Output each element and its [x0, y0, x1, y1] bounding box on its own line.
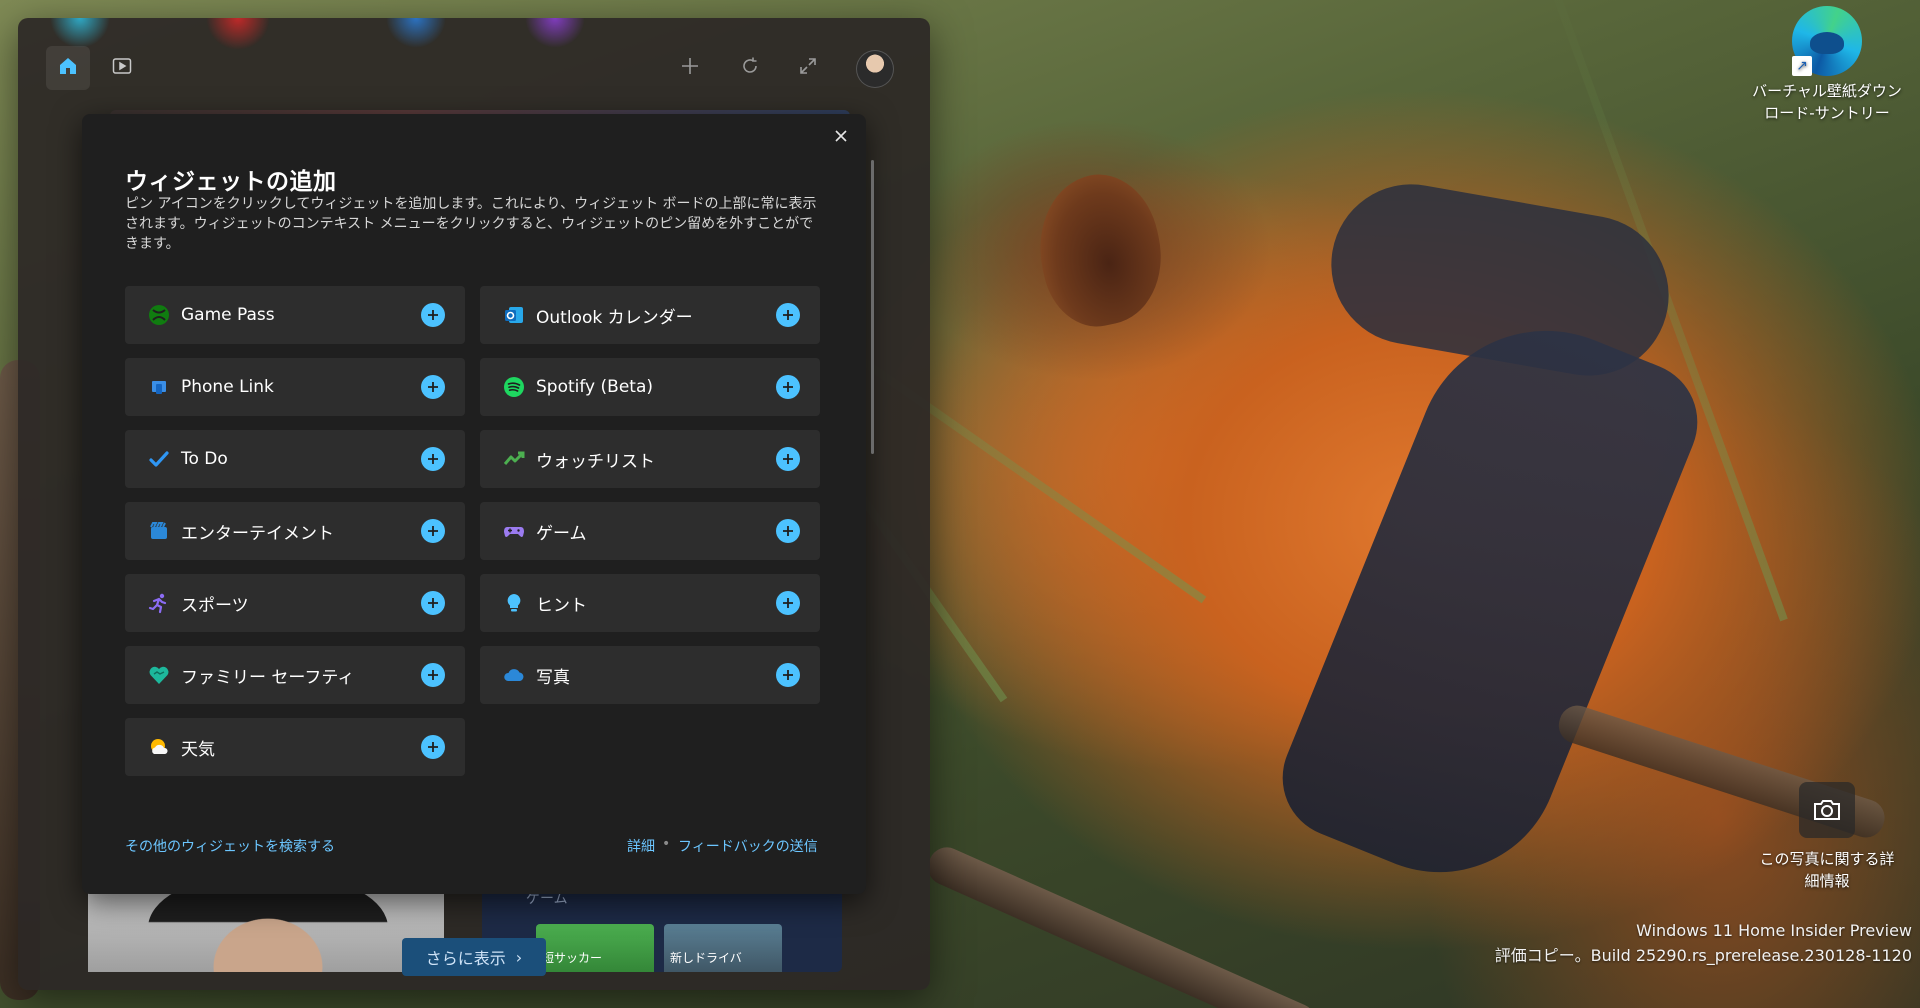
refresh-icon — [740, 56, 760, 80]
game-thumbnail[interactable]: 短サッカー — [536, 924, 654, 972]
add-widget-plus-button[interactable] — [421, 375, 445, 399]
add-widget-plus-button[interactable] — [776, 591, 800, 615]
add-widget-plus-button[interactable] — [776, 519, 800, 543]
spotify-icon — [502, 375, 526, 399]
watermark-edition: Windows 11 Home Insider Preview — [1636, 921, 1912, 940]
widget-name: To Do — [181, 449, 228, 469]
desktop-shortcut-label: ロード-サントリー — [1764, 104, 1890, 122]
widget-tile-games[interactable]: ゲーム — [480, 502, 820, 560]
add-widget-plus-button[interactable] — [421, 735, 445, 759]
add-widget-plus-button[interactable] — [421, 519, 445, 543]
add-widget-plus-button[interactable] — [421, 663, 445, 687]
video-button[interactable] — [100, 46, 144, 90]
desktop-photo-info[interactable]: この写真に関する詳 細情報 — [1752, 782, 1902, 892]
widget-tile-game-pass[interactable]: Game Pass — [125, 286, 465, 344]
game-thumbnail[interactable]: 新しドライバ — [664, 924, 782, 972]
dialog-description: ピン アイコンをクリックしてウィジェットを追加します。これにより、ウィジェット … — [125, 196, 817, 252]
xbox-icon — [147, 303, 171, 327]
widget-name: ゲーム — [536, 523, 587, 544]
add-widget-plus-button[interactable] — [776, 303, 800, 327]
add-widget-plus-button[interactable] — [421, 447, 445, 471]
camera-icon — [1799, 782, 1855, 838]
show-more-label: さらに表示 — [425, 949, 506, 968]
add-widget-button[interactable] — [668, 46, 712, 90]
widget-name: Phone Link — [181, 377, 274, 397]
watchlist-icon — [502, 447, 526, 471]
game-title: 新しドライバ — [670, 951, 742, 965]
tips-icon — [502, 591, 526, 615]
todo-icon — [147, 447, 171, 471]
phone-link-icon — [147, 375, 171, 399]
widget-name: Spotify (Beta) — [536, 377, 653, 397]
widget-name: 写真 — [536, 667, 570, 688]
widget-name: Outlook カレンダー — [536, 307, 693, 328]
widget-name: 天気 — [181, 739, 215, 760]
widget-tile-weather[interactable]: 天気 — [125, 718, 465, 776]
widget-tile-photos[interactable]: 写真 — [480, 646, 820, 704]
widget-tile-outlook-calendar[interactable]: Outlook カレンダー — [480, 286, 820, 344]
entertainment-icon — [147, 519, 171, 543]
family-safety-icon — [147, 663, 171, 687]
details-link[interactable]: 詳細 — [627, 836, 655, 856]
send-feedback-link[interactable]: フィードバックの送信 — [678, 836, 818, 856]
desktop-shortcut-virtual-wallpaper[interactable]: ↗ バーチャル壁紙ダウン ロード-サントリー — [1752, 6, 1902, 124]
photo-info-label: 細情報 — [1804, 872, 1850, 890]
refresh-button[interactable] — [728, 46, 772, 90]
dialog-scrollbar[interactable] — [871, 160, 874, 454]
video-icon — [111, 55, 133, 81]
gamepad-icon — [502, 519, 526, 543]
add-widget-plus-button[interactable] — [776, 375, 800, 399]
expand-icon — [798, 56, 818, 80]
widget-tile-watchlist[interactable]: ウォッチリスト — [480, 430, 820, 488]
widget-list: Game Pass Outlook カレンダー Phone Link Spoti… — [125, 286, 825, 776]
close-icon — [834, 128, 848, 147]
widget-tile-phone-link[interactable]: Phone Link — [125, 358, 465, 416]
watermark-build: 評価コピー。Build 25290.rs_prerelease.230128-1… — [1494, 946, 1912, 965]
add-widget-plus-button[interactable] — [421, 303, 445, 327]
board-header — [18, 46, 930, 90]
shortcut-arrow-icon: ↗ — [1792, 56, 1812, 76]
add-icon — [680, 56, 700, 80]
sports-icon — [147, 591, 171, 615]
home-icon — [57, 55, 79, 81]
find-more-widgets-link[interactable]: その他のウィジェットを検索する — [125, 836, 335, 856]
dialog-title: ウィジェットの追加 — [125, 169, 337, 195]
widget-name: エンターテイメント — [181, 523, 334, 544]
show-more-button[interactable]: さらに表示 › — [402, 938, 546, 976]
add-widget-plus-button[interactable] — [776, 447, 800, 471]
desktop-shortcut-label: バーチャル壁紙ダウン — [1752, 82, 1902, 100]
close-button[interactable] — [828, 124, 854, 150]
add-widget-plus-button[interactable] — [421, 591, 445, 615]
widget-tile-entertainment[interactable]: エンターテイメント — [125, 502, 465, 560]
widget-tile-spotify[interactable]: Spotify (Beta) — [480, 358, 820, 416]
widget-tile-to-do[interactable]: To Do — [125, 430, 465, 488]
widget-tile-tips[interactable]: ヒント — [480, 574, 820, 632]
widget-name: ヒント — [536, 595, 587, 616]
widget-name: ファミリー セーフティ — [181, 667, 355, 688]
wallpaper-shape — [1264, 291, 1716, 909]
chevron-right-icon: › — [515, 947, 523, 967]
widget-name: ウォッチリスト — [536, 451, 655, 472]
widget-tile-sports[interactable]: スポーツ — [125, 574, 465, 632]
add-widget-plus-button[interactable] — [776, 663, 800, 687]
add-widgets-dialog: ウィジェットの追加 ピン アイコンをクリックしてウィジェットを追加します。これに… — [82, 114, 874, 894]
wallpaper-shape — [1025, 164, 1175, 336]
windows-watermark: Windows 11 Home Insider Preview 評価コピー。Bu… — [1495, 918, 1912, 968]
photo-info-label: この写真に関する詳 — [1759, 850, 1895, 868]
profile-avatar[interactable] — [856, 50, 894, 88]
game-title: 短サッカー — [542, 951, 603, 965]
photos-icon — [502, 663, 526, 687]
expand-button[interactable] — [786, 46, 830, 90]
edge-icon: ↗ — [1792, 6, 1862, 76]
widget-name: スポーツ — [181, 595, 249, 616]
home-button[interactable] — [46, 46, 90, 90]
outlook-icon — [502, 303, 526, 327]
widget-name: Game Pass — [181, 305, 275, 325]
wallpaper-branch — [922, 841, 1322, 1008]
footer-separator: • — [662, 836, 671, 852]
widget-tile-family-safety[interactable]: ファミリー セーフティ — [125, 646, 465, 704]
weather-icon — [147, 735, 171, 759]
